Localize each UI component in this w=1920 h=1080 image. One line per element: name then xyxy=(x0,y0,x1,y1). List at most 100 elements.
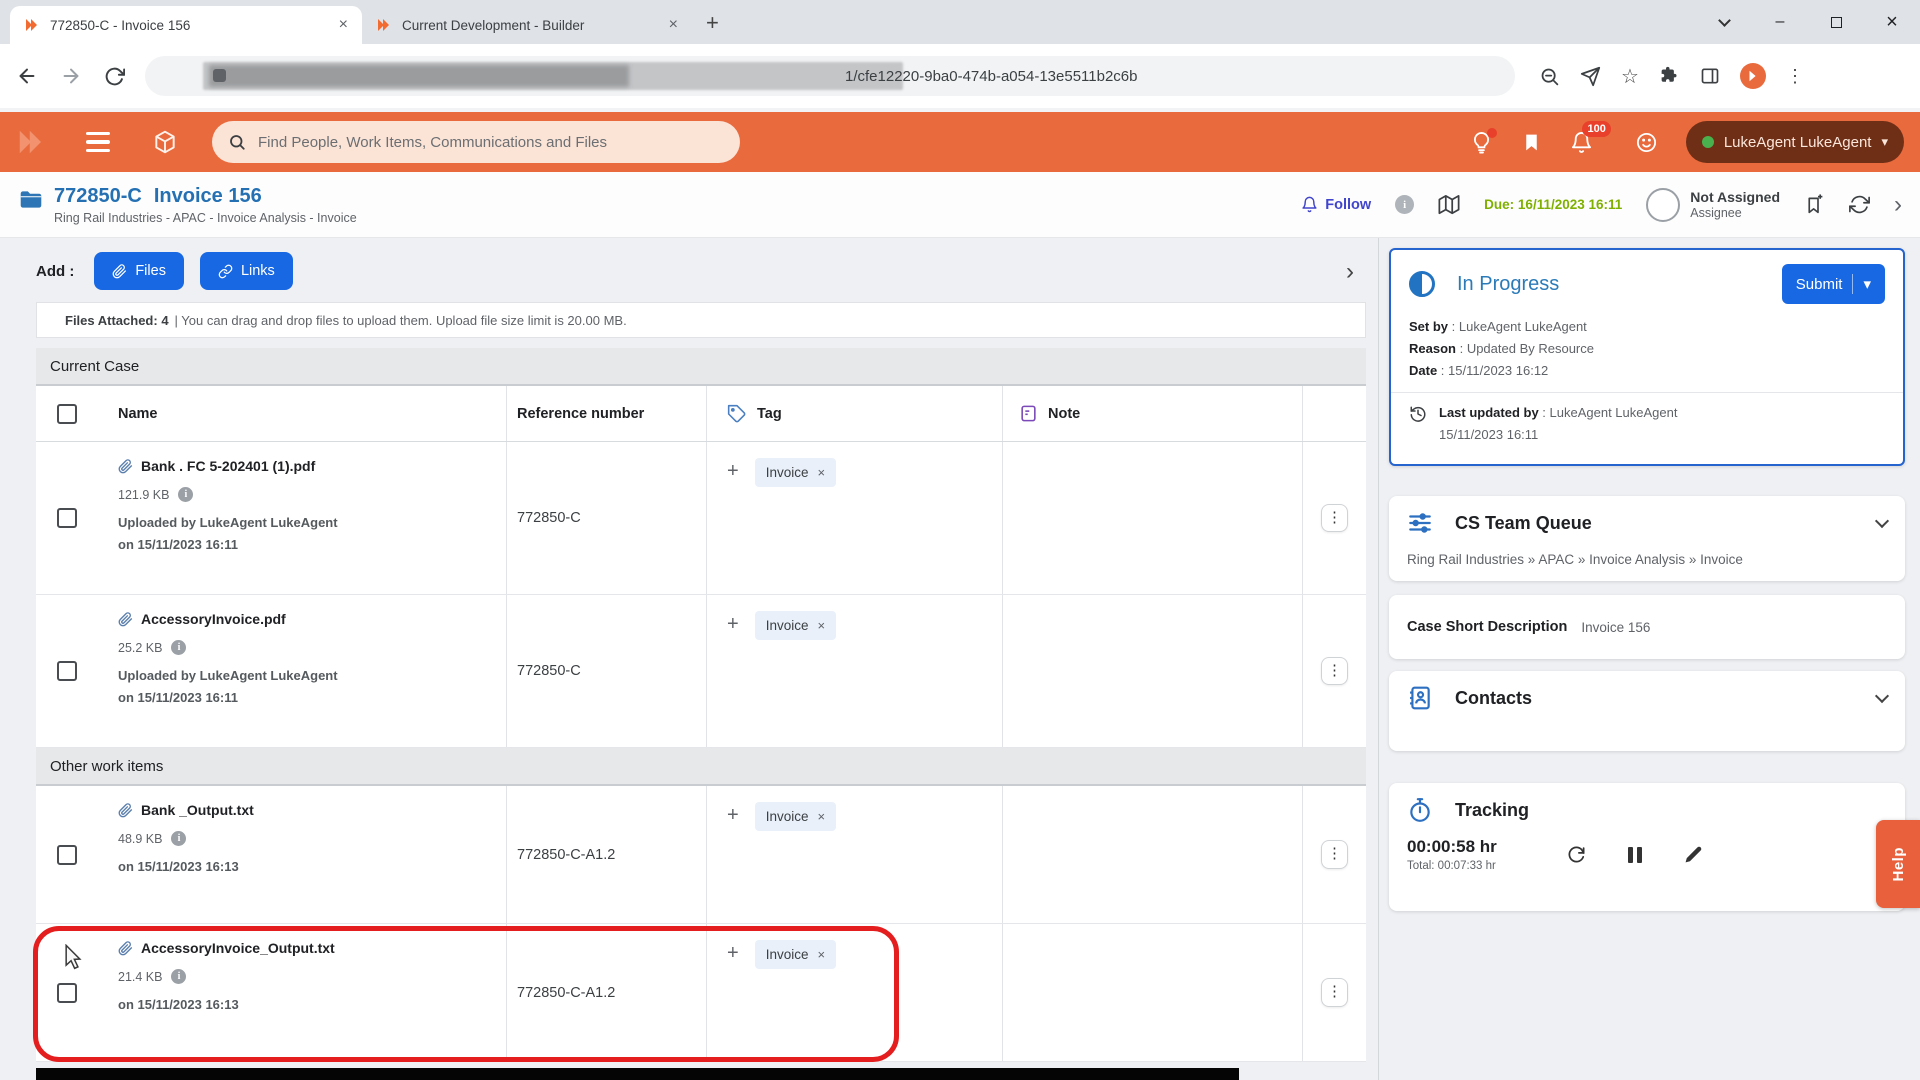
help-tab[interactable]: Help xyxy=(1876,820,1920,908)
user-name: LukeAgent LukeAgent xyxy=(1724,134,1872,151)
add-files-button[interactable]: Files xyxy=(94,252,184,290)
tracking-title: Tracking xyxy=(1455,800,1529,821)
row-checkbox[interactable] xyxy=(57,508,77,528)
add-tag-button[interactable]: + xyxy=(727,804,739,827)
row-menu-kebab-icon[interactable]: ⋮ xyxy=(1321,504,1348,533)
tab-close-icon[interactable]: × xyxy=(669,16,678,34)
reload-icon[interactable] xyxy=(104,66,125,87)
info-icon[interactable]: i xyxy=(171,640,186,655)
side-panel-icon[interactable] xyxy=(1700,66,1720,86)
suggestions-lightbulb-icon[interactable] xyxy=(1470,131,1493,154)
browser-tab-active[interactable]: 772850-C - Invoice 156 × xyxy=(10,6,362,44)
map-icon[interactable] xyxy=(1438,194,1460,216)
refresh-icon[interactable] xyxy=(1849,194,1870,215)
add-tag-button[interactable]: + xyxy=(727,942,739,965)
file-link[interactable]: Bank . FC 5-202401 (1).pdf xyxy=(118,458,506,474)
row-checkbox[interactable] xyxy=(57,661,77,681)
remove-tag-icon[interactable]: × xyxy=(817,465,825,480)
chevron-down-icon[interactable] xyxy=(1875,689,1889,703)
url-text: 1/cfe12220-9ba0-474b-a054-13e5511b2c6b xyxy=(845,68,1137,85)
address-bar[interactable]: 1/cfe12220-9ba0-474b-a054-13e5511b2c6b xyxy=(145,56,1515,96)
tag-chip[interactable]: Invoice× xyxy=(755,611,836,640)
right-sidebar: In Progress Submit ▾ Set by : LukeAgent … xyxy=(1379,238,1919,1080)
window-maximize-button[interactable] xyxy=(1808,0,1864,44)
paperclip-icon xyxy=(118,803,133,818)
tracking-refresh-icon[interactable] xyxy=(1567,845,1586,864)
remove-tag-icon[interactable]: × xyxy=(817,618,825,633)
browser-tab-inactive[interactable]: Current Development - Builder × xyxy=(362,6,692,44)
file-reference: 772850-C xyxy=(506,595,706,747)
new-tab-button[interactable]: + xyxy=(706,10,719,36)
search-input[interactable] xyxy=(258,134,698,151)
row-checkbox[interactable] xyxy=(57,983,77,1003)
zoom-icon[interactable] xyxy=(1539,66,1560,87)
add-tag-button[interactable]: + xyxy=(727,613,739,636)
files-attached-hint: | You can drag and drop files to upload … xyxy=(175,313,627,328)
set-by-value: LukeAgent LukeAgent xyxy=(1459,319,1587,334)
file-upload-date: on 15/11/2023 16:13 xyxy=(118,859,506,874)
global-search[interactable] xyxy=(212,121,740,163)
row-menu-kebab-icon[interactable]: ⋮ xyxy=(1321,657,1348,686)
tab-search-chevron-icon[interactable] xyxy=(1696,0,1752,44)
add-links-button[interactable]: Links xyxy=(200,252,293,290)
bookmark-star-icon[interactable]: ☆ xyxy=(1621,64,1639,89)
user-menu[interactable]: LukeAgent LukeAgent ▾ xyxy=(1686,121,1904,163)
tracking-pause-icon[interactable] xyxy=(1628,847,1642,863)
assignee-avatar xyxy=(1646,188,1680,222)
app-header: 100 LukeAgent LukeAgent ▾ xyxy=(0,112,1920,172)
row-checkbox[interactable] xyxy=(57,845,77,865)
file-link[interactable]: AccessoryInvoice.pdf xyxy=(118,611,506,627)
chevron-down-icon[interactable] xyxy=(1875,514,1889,528)
browser-tab-bar: 772850-C - Invoice 156 × Current Develop… xyxy=(0,0,1920,44)
assignee-block[interactable]: Not Assigned Assignee xyxy=(1646,188,1780,222)
select-all-checkbox[interactable] xyxy=(57,404,77,424)
row-menu-kebab-icon[interactable]: ⋮ xyxy=(1321,840,1348,869)
app-logo-icon[interactable] xyxy=(16,127,46,157)
browser-profile-avatar[interactable] xyxy=(1740,63,1766,89)
tag-chip[interactable]: Invoice× xyxy=(755,802,836,831)
contacts-card: Contacts xyxy=(1389,671,1905,751)
file-link[interactable]: Bank _Output.txt xyxy=(118,802,506,818)
tracking-edit-pencil-icon[interactable] xyxy=(1684,845,1703,864)
workspace-cube-icon[interactable] xyxy=(152,129,178,155)
remove-tag-icon[interactable]: × xyxy=(817,809,825,824)
add-tag-button[interactable]: + xyxy=(727,460,739,483)
column-header-tag: Tag xyxy=(706,386,1002,441)
hamburger-menu-icon[interactable] xyxy=(86,132,110,153)
file-link[interactable]: AccessoryInvoice_Output.txt xyxy=(118,940,506,956)
notifications-bell-icon[interactable]: 100 xyxy=(1570,131,1593,154)
feedback-smiley-icon[interactable] xyxy=(1635,131,1658,154)
window-close-button[interactable]: × xyxy=(1864,0,1920,44)
chevron-down-icon[interactable]: ▾ xyxy=(1863,275,1871,293)
assignee-label: Assignee xyxy=(1690,206,1780,220)
browser-menu-icon[interactable]: ⋮ xyxy=(1786,66,1804,87)
follow-button[interactable]: Follow xyxy=(1301,196,1371,213)
info-icon[interactable]: i xyxy=(171,969,186,984)
expand-panel-chevron-icon[interactable]: › xyxy=(1894,193,1902,217)
paperclip-icon xyxy=(112,264,127,279)
forward-icon[interactable] xyxy=(60,65,82,87)
extensions-puzzle-icon[interactable] xyxy=(1659,66,1680,87)
window-minimize-button[interactable]: – xyxy=(1752,0,1808,44)
tab-close-icon[interactable]: × xyxy=(339,16,348,34)
remove-tag-icon[interactable]: × xyxy=(817,947,825,962)
queue-path: Ring Rail Industries » APAC » Invoice An… xyxy=(1407,552,1887,567)
submit-button[interactable]: Submit ▾ xyxy=(1782,264,1885,304)
file-reference: 772850-C xyxy=(506,442,706,594)
table-row: AccessoryInvoice.pdf 25.2 KBi Uploaded b… xyxy=(36,595,1366,748)
share-icon[interactable] xyxy=(1580,66,1601,87)
info-icon[interactable]: i xyxy=(171,831,186,846)
column-header-note: Note xyxy=(1002,386,1302,441)
case-id: 772850-C xyxy=(54,185,142,208)
info-icon[interactable]: i xyxy=(1395,195,1414,214)
reason-value: Updated By Resource xyxy=(1467,341,1594,356)
info-icon[interactable]: i xyxy=(178,487,193,502)
tag-chip[interactable]: Invoice× xyxy=(755,940,836,969)
row-menu-kebab-icon[interactable]: ⋮ xyxy=(1321,978,1348,1007)
tag-chip[interactable]: Invoice× xyxy=(755,458,836,487)
bookmarks-icon[interactable] xyxy=(1521,132,1542,153)
bookmark-add-icon[interactable] xyxy=(1804,194,1825,215)
back-icon[interactable] xyxy=(16,65,38,87)
collapse-panel-chevron-icon[interactable]: › xyxy=(1346,258,1354,286)
date-label: Date xyxy=(1409,363,1437,378)
